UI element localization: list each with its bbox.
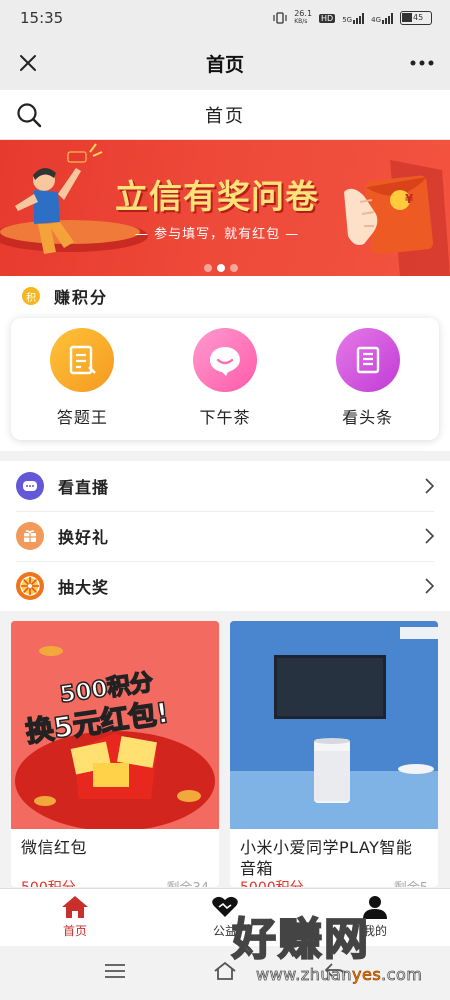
red-envelope-coin: ¥ bbox=[405, 192, 414, 206]
hd-icon: HD bbox=[319, 13, 336, 23]
system-nav-bar bbox=[0, 946, 450, 1000]
banner-subtitle: — 参与填写，就有红包 — bbox=[135, 227, 300, 242]
vibrate-icon bbox=[273, 12, 287, 24]
product-name: 小米小爱同学PLAY智能音箱 bbox=[240, 838, 413, 878]
banner-title: 立信有奖问卷 bbox=[115, 177, 319, 216]
bottom-tab-bar: 首页 公益 我的 bbox=[0, 888, 450, 946]
product-image bbox=[230, 621, 438, 829]
menu-list: 看直播 换好礼 抽大奖 bbox=[0, 461, 450, 611]
status-icons: 26.1 KB/s HD 5G 4G 45 bbox=[273, 10, 432, 26]
tab-label: 我的 bbox=[362, 924, 387, 938]
back-icon bbox=[325, 963, 346, 977]
battery-icon: 45 bbox=[400, 11, 432, 25]
home-icon bbox=[62, 896, 88, 918]
gift-icon bbox=[16, 522, 44, 550]
tab-label: 首页 bbox=[62, 924, 87, 938]
points-card: 答题王 下午茶 看头条 bbox=[11, 318, 439, 440]
lucky-draw-row[interactable]: 抽大奖 bbox=[0, 561, 450, 611]
signal-5g: 5G bbox=[342, 12, 365, 24]
status-bar: 15:35 26.1 KB/s HD 5G 4G 45 bbox=[0, 0, 450, 36]
carousel-dot-active[interactable] bbox=[217, 264, 225, 272]
nav-title: 首页 bbox=[205, 53, 244, 76]
more-dots-icon bbox=[410, 60, 434, 66]
tab-charity[interactable]: 公益 bbox=[150, 889, 300, 946]
menu-label: 看直播 bbox=[58, 478, 110, 497]
product-card-xiaomi-speaker[interactable]: 小米小爱同学PLAY智能音箱 5000积分 剩余5 bbox=[230, 621, 438, 887]
home-outline-icon bbox=[214, 961, 236, 980]
earn-points-label: 赚积分 bbox=[54, 288, 109, 307]
product-price: 5000积分 bbox=[240, 877, 304, 887]
news-icon bbox=[335, 328, 400, 392]
carousel-dots bbox=[204, 264, 238, 272]
chat-bubble-icon bbox=[193, 328, 257, 392]
chevron-right-icon bbox=[425, 578, 434, 594]
survey-banner[interactable]: 立信有奖问卷 — 参与填写，就有红包 — ¥ bbox=[0, 140, 450, 276]
earn-points-section: 积 赚积分 答题王 下午茶 看头条 bbox=[0, 276, 450, 451]
product-card-wechat-redpacket[interactable]: 500积分 换5元红包! 微信红包 500积分 剩余34 bbox=[11, 621, 219, 887]
signal-4g: 4G bbox=[371, 12, 393, 24]
status-time: 15:35 bbox=[20, 9, 64, 27]
system-back-button[interactable] bbox=[324, 961, 346, 985]
point-label: 下午茶 bbox=[199, 408, 251, 427]
product-image: 500积分 换5元红包! bbox=[11, 621, 219, 829]
chevron-right-icon bbox=[425, 528, 434, 544]
search-icon bbox=[17, 103, 42, 128]
tab-mine[interactable]: 我的 bbox=[300, 889, 450, 946]
live-stream-row[interactable]: 看直播 bbox=[0, 461, 450, 511]
afternoon-tea-button[interactable]: 下午茶 bbox=[154, 318, 297, 440]
close-button[interactable] bbox=[14, 49, 42, 77]
wheel-icon bbox=[16, 572, 44, 600]
live-icon bbox=[16, 472, 44, 500]
menu-label: 抽大奖 bbox=[58, 578, 110, 597]
user-icon bbox=[363, 896, 387, 919]
point-label: 答题王 bbox=[56, 408, 108, 427]
read-headlines-button[interactable]: 看头条 bbox=[296, 318, 439, 440]
product-name: 微信红包 bbox=[21, 838, 88, 857]
quiz-king-button[interactable]: 答题王 bbox=[11, 318, 154, 440]
tab-home[interactable]: 首页 bbox=[0, 889, 150, 946]
exchange-gift-row[interactable]: 换好礼 bbox=[0, 511, 450, 561]
menu-label: 换好礼 bbox=[58, 528, 110, 547]
net-speed: 26.1 KB/s bbox=[294, 9, 313, 26]
tab-label: 公益 bbox=[212, 924, 237, 938]
search-button[interactable] bbox=[16, 102, 42, 132]
system-menu-button[interactable] bbox=[104, 963, 126, 983]
product-stock: 剩余34 bbox=[166, 877, 209, 887]
product-grid: 500积分 换5元红包! 微信红包 500积分 剩余34 小米小爱同学PLAY智… bbox=[0, 611, 450, 887]
page-title: 首页 bbox=[205, 105, 245, 127]
quiz-icon bbox=[50, 328, 115, 392]
product-price: 500积分 bbox=[21, 877, 76, 887]
more-button[interactable] bbox=[408, 49, 436, 77]
point-label: 看头条 bbox=[342, 408, 394, 427]
charity-heart-icon bbox=[212, 896, 238, 917]
menu-lines-icon bbox=[104, 964, 125, 978]
chevron-right-icon bbox=[425, 478, 434, 494]
carousel-dot[interactable] bbox=[230, 264, 238, 272]
red-envelope-icon bbox=[344, 160, 450, 276]
nav-bar: 首页 bbox=[0, 36, 450, 90]
close-icon bbox=[20, 55, 36, 71]
carousel-dot[interactable] bbox=[204, 264, 212, 272]
earn-points-header: 积 赚积分 bbox=[0, 276, 450, 316]
product-stock: 剩余5 bbox=[394, 877, 428, 887]
system-home-button[interactable] bbox=[213, 961, 237, 985]
search-bar: 首页 bbox=[0, 90, 450, 140]
points-icon: 积 bbox=[22, 287, 40, 305]
